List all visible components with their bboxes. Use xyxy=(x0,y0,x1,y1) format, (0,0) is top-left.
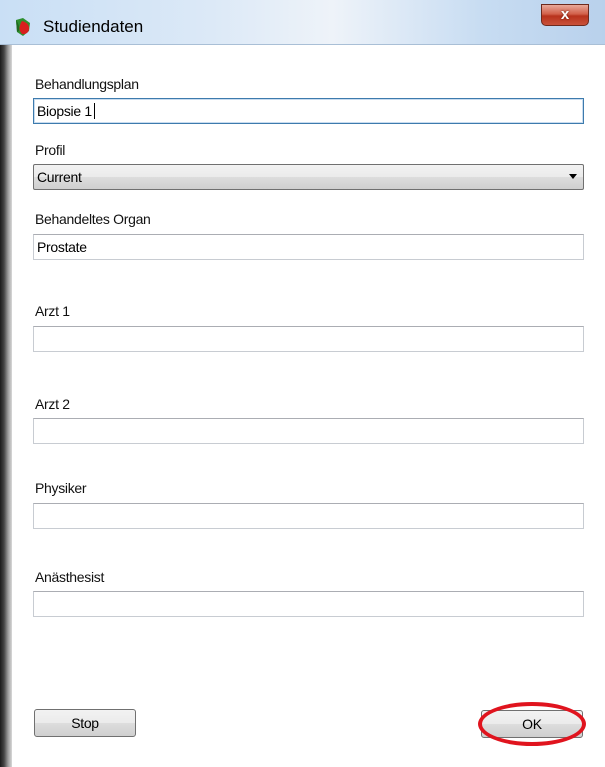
close-button[interactable]: x xyxy=(541,4,589,26)
physicist-label: Physiker xyxy=(35,480,87,496)
ok-button[interactable]: OK xyxy=(481,710,583,738)
study-data-dialog: Studiendaten x Behandlungsplan Biopsie 1… xyxy=(0,0,605,767)
dropdown-arrow-icon[interactable] xyxy=(569,174,577,179)
doctor2-label: Arzt 2 xyxy=(35,396,70,412)
close-icon: x xyxy=(560,6,570,23)
stop-button[interactable]: Stop xyxy=(34,709,136,737)
title-bar[interactable]: Studiendaten x xyxy=(0,0,605,45)
anesthetist-label: Anästhesist xyxy=(35,569,105,585)
doctor2-input[interactable] xyxy=(33,418,584,444)
profile-select[interactable]: Current xyxy=(33,164,584,190)
treatment-plan-label: Behandlungsplan xyxy=(35,76,139,92)
anesthetist-input[interactable] xyxy=(33,591,584,617)
doctor1-label: Arzt 1 xyxy=(35,303,70,319)
physicist-input[interactable] xyxy=(33,503,584,529)
organ-input[interactable]: Prostate xyxy=(33,234,584,260)
profile-label: Profil xyxy=(35,142,66,158)
treatment-plan-value: Biopsie 1 xyxy=(37,103,92,119)
dialog-body xyxy=(12,45,605,767)
app-icon xyxy=(16,18,30,36)
organ-value: Prostate xyxy=(37,239,87,255)
profile-selected-value: Current xyxy=(37,169,82,185)
background-window-edge xyxy=(0,0,12,767)
organ-label: Behandeltes Organ xyxy=(35,211,151,227)
window-title: Studiendaten xyxy=(43,17,144,36)
treatment-plan-input[interactable]: Biopsie 1 xyxy=(33,98,584,124)
text-caret xyxy=(93,103,95,119)
doctor1-input[interactable] xyxy=(33,326,584,352)
